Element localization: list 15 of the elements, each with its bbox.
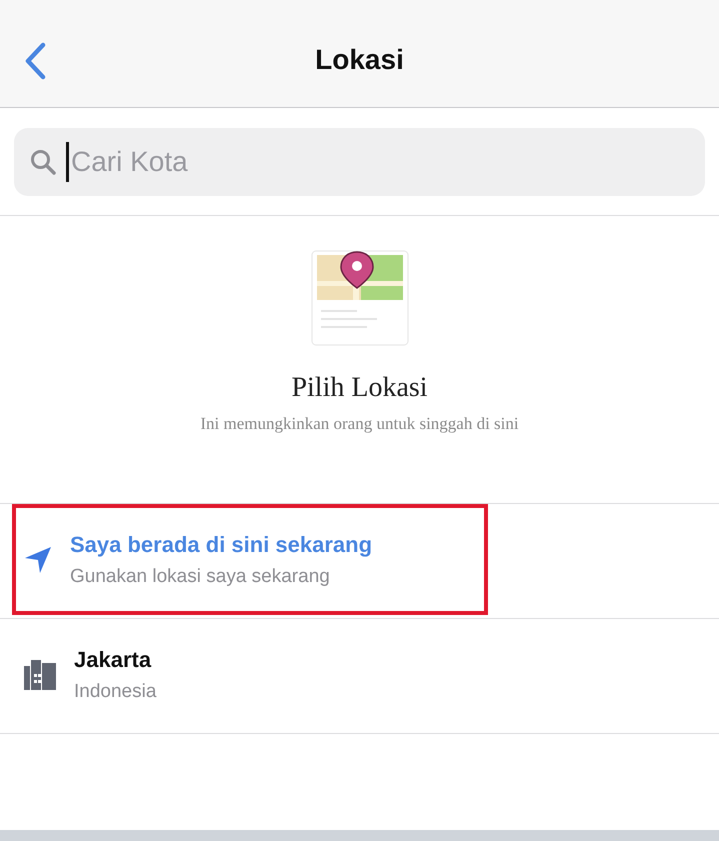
map-pin-icon	[310, 250, 408, 346]
buildings-icon	[24, 660, 56, 690]
location-subtitle: Indonesia	[74, 680, 156, 702]
search-input[interactable]: Cari Kota	[69, 145, 689, 179]
location-item[interactable]: Jakarta Indonesia	[12, 619, 160, 730]
location-subtitle: Gunakan lokasi saya sekarang	[70, 566, 331, 588]
location-title: Jakarta	[74, 646, 152, 672]
location-item[interactable]: Saya berada di sini sekarang Gunakan lokasi saya sekarang	[12, 504, 488, 615]
empty-state-subtitle: Ini memungkinkan orang untuk singgah di sini	[200, 414, 519, 434]
search-icon	[30, 149, 56, 175]
search-bar[interactable]: Cari Kota	[14, 128, 705, 196]
screen-title: Lokasi	[315, 44, 404, 76]
location-title: Saya berada di sini sekarang	[70, 532, 372, 558]
empty-state-title: Pilih Lokasi	[291, 372, 428, 404]
location-arrow-icon	[24, 546, 52, 574]
